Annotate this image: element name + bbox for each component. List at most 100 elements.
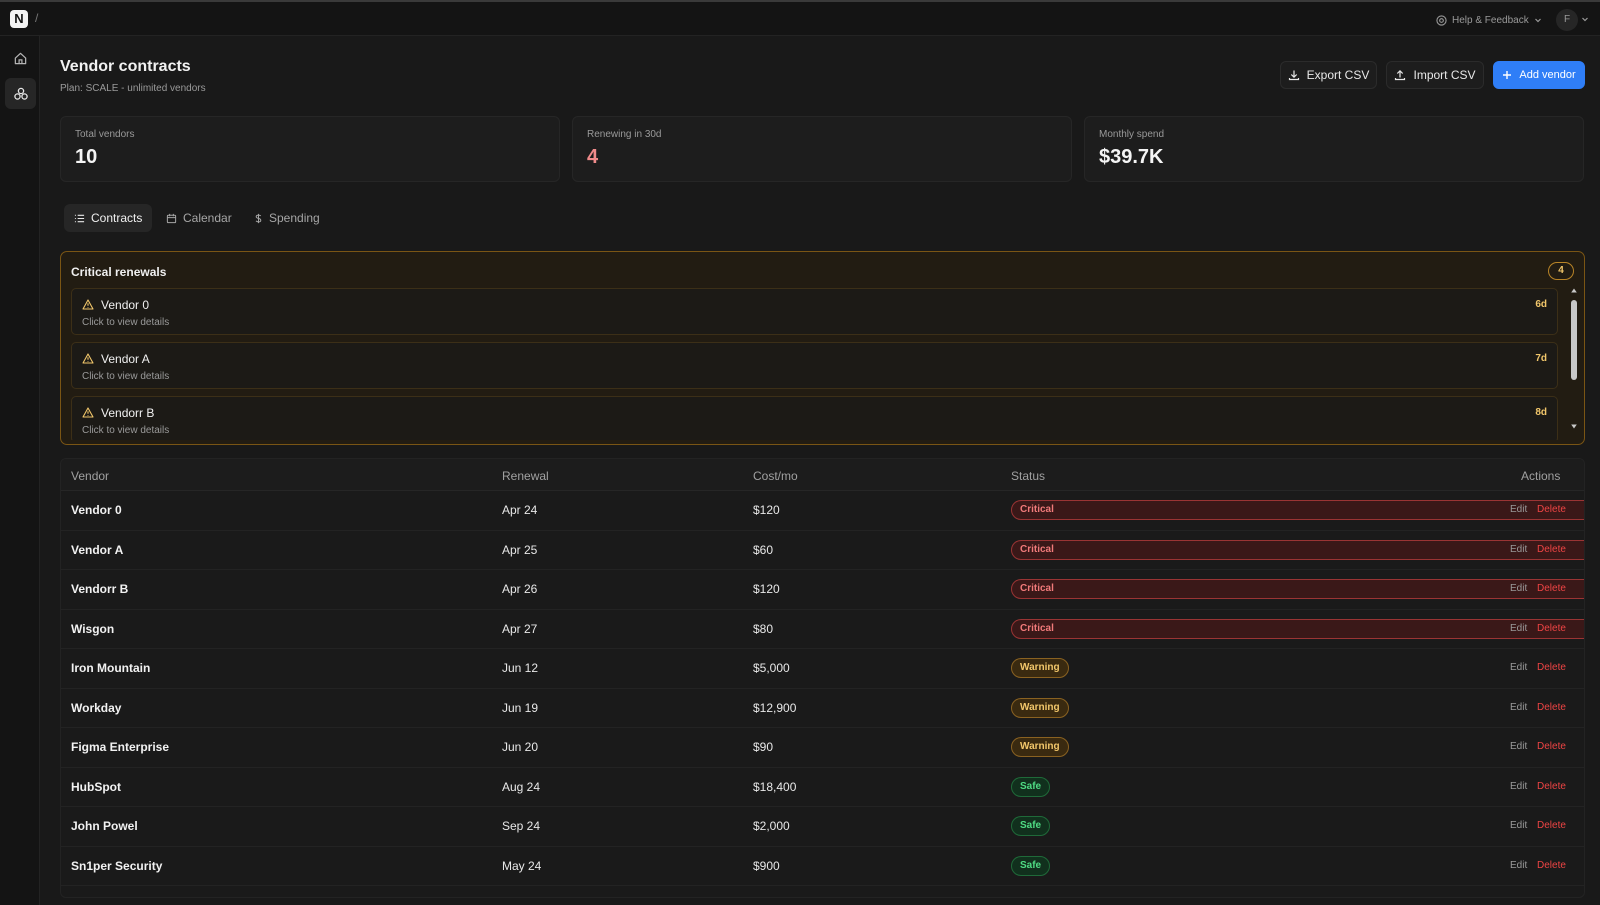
vendor-name: Sn1per Security [71, 858, 163, 873]
add-vendor-label: Add vendor [1519, 69, 1576, 81]
table-row[interactable]: Vendorr B Apr 26 $120 Critical Edit Dele… [61, 570, 1584, 610]
add-vendor-button[interactable]: Add vendor [1493, 61, 1585, 89]
edit-button[interactable]: Edit [1510, 544, 1527, 555]
renewal-date: Apr 24 [502, 503, 538, 517]
delete-button[interactable]: Delete [1537, 702, 1566, 713]
warning-icon [82, 353, 94, 364]
monthly-cost: $2,000 [753, 819, 790, 833]
delete-button[interactable]: Delete [1537, 583, 1566, 594]
help-label: Help & Feedback [1452, 14, 1529, 26]
stat-label: Monthly spend [1099, 129, 1165, 140]
renewal-date: Jun 19 [502, 700, 539, 715]
critical-renewal-item[interactable]: Vendorr B Click to view details 8d [71, 396, 1558, 440]
sidebar [0, 36, 40, 905]
status-badge: Safe [1011, 776, 1051, 797]
vendor-name: Figma Enterprise [71, 740, 170, 754]
export-csv-label: Export CSV [1306, 68, 1370, 82]
edit-button[interactable]: Edit [1510, 623, 1527, 634]
export-csv-button[interactable]: Export CSV [1280, 61, 1377, 89]
edit-button[interactable]: Edit [1510, 781, 1527, 792]
renewal-date: Apr 27 [502, 621, 538, 636]
sidebar-item-home[interactable] [5, 43, 36, 74]
edit-button[interactable]: Edit [1510, 702, 1527, 713]
vendor-name: John Powel [71, 819, 138, 833]
edit-button[interactable]: Edit [1510, 583, 1527, 594]
dollar-icon [254, 213, 263, 224]
table-row[interactable]: Figma Enterprise Jun 20 $90 Warning Edit… [61, 728, 1584, 768]
critical-renewal-item[interactable]: Vendor A Click to view details 7d [71, 342, 1558, 389]
tab-calendar[interactable]: Calendar [156, 204, 242, 232]
warning-icon [82, 299, 94, 310]
critical-vendor-name: Vendor A [101, 352, 150, 366]
delete-button[interactable]: Delete [1537, 820, 1566, 831]
delete-button[interactable]: Delete [1537, 781, 1566, 792]
app-logo[interactable]: N [10, 10, 28, 28]
tab-contracts[interactable]: Contracts [64, 204, 153, 232]
edit-button[interactable]: Edit [1510, 820, 1527, 831]
tab-spending[interactable]: Spending [244, 204, 330, 232]
days-remaining: 7d [1535, 353, 1547, 364]
table-row[interactable]: Vendor 0 Apr 24 $120 Critical Edit Delet… [61, 491, 1584, 531]
table-row[interactable]: Workday Jun 19 $12,900 Warning Edit Dele… [61, 689, 1584, 728]
table-row[interactable]: Sn1per Security May 24 $900 Safe Edit De… [61, 847, 1584, 886]
breadcrumb-separator: / [35, 11, 39, 25]
table-row[interactable]: Iron Mountain Jun 12 $5,000 Warning Edit… [61, 649, 1584, 689]
delete-button[interactable]: Delete [1537, 504, 1566, 515]
status-badge: Warning [1011, 658, 1069, 678]
table-row[interactable]: Wisgon Apr 27 $80 Critical Edit Delete [61, 610, 1584, 649]
delete-button[interactable]: Delete [1537, 623, 1566, 634]
critical-vendor-name: Vendor 0 [101, 298, 150, 312]
stat-value: 4 [587, 146, 599, 168]
calendar-icon [166, 213, 177, 224]
critical-scrollbar[interactable] [1570, 288, 1578, 438]
critical-renewal-item[interactable]: Vendor 0 Click to view details 6d [71, 288, 1558, 335]
vendor-name: HubSpot [71, 779, 121, 794]
edit-button[interactable]: Edit [1510, 860, 1527, 871]
status-badge: Critical [1011, 539, 1584, 560]
renewal-date: May 24 [502, 858, 542, 873]
edit-button[interactable]: Edit [1510, 504, 1527, 515]
critical-hint: Click to view details [82, 317, 170, 328]
critical-renewals-panel: Critical renewals 4 Vendor 0 Click to vi… [60, 251, 1585, 445]
critical-vendor-name: Vendorr B [101, 406, 155, 420]
sidebar-item-vendors[interactable] [5, 78, 36, 109]
vendor-table: Vendor Renewal Cost/mo Status Actions Ve… [60, 458, 1585, 898]
delete-button[interactable]: Delete [1537, 741, 1566, 752]
critical-renewals-list[interactable]: Vendor 0 Click to view details 6d Vendor… [71, 288, 1558, 440]
plus-icon [1502, 70, 1512, 80]
delete-button[interactable]: Delete [1537, 544, 1566, 555]
delete-button[interactable]: Delete [1537, 860, 1566, 871]
edit-button[interactable]: Edit [1510, 662, 1527, 673]
table-row[interactable]: Vendor A Apr 25 $60 Critical Edit Delete [61, 531, 1584, 570]
monthly-cost: $5,000 [753, 661, 790, 675]
monthly-cost: $120 [753, 582, 780, 596]
stat-card-total-vendors: Total vendors 10 [60, 116, 560, 182]
critical-hint: Click to view details [82, 371, 170, 382]
list-icon [74, 213, 85, 224]
monthly-cost: $90 [753, 740, 774, 754]
monthly-cost: $900 [753, 858, 780, 873]
monthly-cost: $18,400 [753, 779, 797, 794]
import-csv-button[interactable]: Import CSV [1386, 61, 1484, 89]
scroll-down-arrow-icon[interactable] [1571, 424, 1577, 429]
stat-label: Total vendors [75, 129, 135, 140]
table-row[interactable]: HubSpot Aug 24 $18,400 Safe Edit Delete [61, 768, 1584, 807]
renewal-date: Jun 12 [502, 661, 539, 675]
tab-label: Calendar [183, 211, 232, 225]
avatar-chevron-icon[interactable] [1581, 15, 1589, 23]
status-badge: Critical [1011, 579, 1584, 599]
scrollbar-thumb[interactable] [1571, 300, 1577, 380]
critical-renewals-title: Critical renewals [71, 265, 167, 279]
edit-button[interactable]: Edit [1510, 741, 1527, 752]
scroll-up-arrow-icon[interactable] [1571, 288, 1577, 293]
renewal-date: Apr 26 [502, 582, 538, 596]
monthly-cost: $120 [753, 503, 780, 517]
stat-value: 10 [75, 146, 98, 168]
user-avatar[interactable]: F [1556, 9, 1578, 31]
help-feedback-button[interactable]: Help & Feedback [1436, 12, 1542, 28]
stat-card-renewing: Renewing in 30d 4 [572, 116, 1072, 182]
delete-button[interactable]: Delete [1537, 662, 1566, 673]
warning-icon [82, 407, 94, 418]
critical-count-badge: 4 [1548, 262, 1574, 280]
table-row[interactable]: John Powel Sep 24 $2,000 Safe Edit Delet… [61, 807, 1584, 847]
